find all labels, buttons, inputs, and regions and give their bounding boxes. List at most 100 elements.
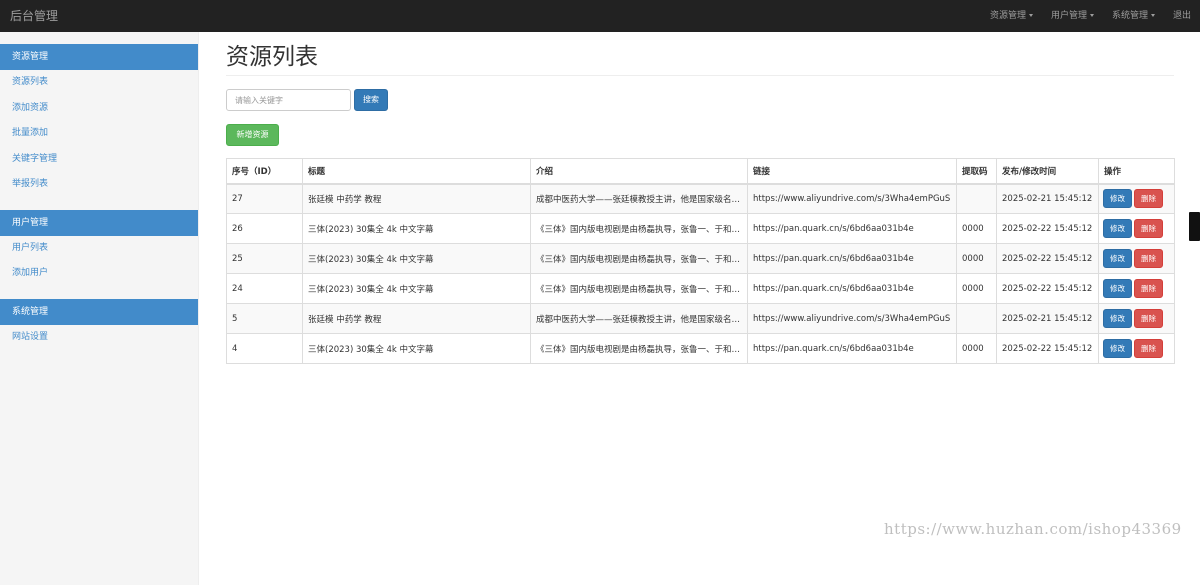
cell-intro: 《三体》国内版电视剧是由杨磊执导，张鲁一、于和伟主演 bbox=[530, 243, 748, 274]
cell-id: 4 bbox=[226, 333, 303, 364]
search-form: 搜索 bbox=[226, 89, 388, 111]
search-button[interactable]: 搜索 bbox=[354, 89, 388, 111]
top-navbar: 后台管理 资源管理 用户管理 系统管理 退出 bbox=[0, 0, 1200, 32]
cell-title: 三体(2023) 30集全 4k 中文字幕 bbox=[302, 333, 531, 364]
delete-button[interactable]: 删除 bbox=[1134, 279, 1163, 298]
cell-id: 24 bbox=[226, 273, 303, 304]
delete-button[interactable]: 删除 bbox=[1134, 219, 1163, 238]
table-header-row: 序号（ID） 标题 介绍 链接 提取码 发布/修改时间 操作 bbox=[226, 158, 1175, 185]
cell-code: 0000 bbox=[956, 213, 997, 244]
edit-button[interactable]: 修改 bbox=[1103, 219, 1132, 238]
cell-title: 三体(2023) 30集全 4k 中文字幕 bbox=[302, 243, 531, 274]
sidebar: 资源管理 资源列表 添加资源 批量添加 关键字管理 举报列表 用户管理 用户列表… bbox=[0, 32, 199, 585]
cell-time: 2025-02-21 15:45:12 bbox=[996, 183, 1099, 214]
cell-code: 0000 bbox=[956, 333, 997, 364]
table-body: 27 张廷模 中药学 教程 成都中医药大学——张廷模教授主讲，他是国家级名老中医 ht… bbox=[226, 183, 1175, 364]
col-header-actions: 操作 bbox=[1098, 158, 1175, 185]
sidebar-item-batch-add[interactable]: 批量添加 bbox=[0, 121, 198, 147]
sidebar-item-keywords[interactable]: 关键字管理 bbox=[0, 147, 198, 173]
edit-button[interactable]: 修改 bbox=[1103, 249, 1132, 268]
cell-actions: 修改 删除 bbox=[1098, 333, 1175, 364]
sidebar-group-system: 系统管理 网站设置 bbox=[0, 298, 198, 351]
sidebar-heading-system: 系统管理 bbox=[0, 298, 198, 325]
nav-system-label: 系统管理 bbox=[1111, 11, 1148, 21]
cell-code bbox=[956, 303, 997, 334]
sidebar-item-site-settings[interactable]: 网站设置 bbox=[0, 325, 198, 351]
table-row: 26 三体(2023) 30集全 4k 中文字幕 《三体》国内版电视剧是由杨磊执导，… bbox=[226, 213, 1175, 244]
cell-actions: 修改 删除 bbox=[1098, 213, 1175, 244]
col-header-intro: 介绍 bbox=[530, 158, 748, 185]
cell-time: 2025-02-22 15:45:12 bbox=[996, 273, 1099, 304]
col-header-id: 序号（ID） bbox=[226, 158, 303, 185]
sidebar-item-user-list[interactable]: 用户列表 bbox=[0, 236, 198, 262]
table-row: 5 张廷模 中药学 教程 成都中医药大学——张廷模教授主讲，他是国家级名老中医 htt… bbox=[226, 303, 1175, 334]
sidebar-group-resource: 资源管理 资源列表 添加资源 批量添加 关键字管理 举报列表 bbox=[0, 44, 198, 198]
cell-link[interactable]: https://pan.quark.cn/s/6bd6aa031b4e bbox=[747, 333, 957, 364]
cell-time: 2025-02-21 15:45:12 bbox=[996, 303, 1099, 334]
table-row: 4 三体(2023) 30集全 4k 中文字幕 《三体》国内版电视剧是由杨磊执导，张… bbox=[226, 333, 1175, 364]
cell-code bbox=[956, 183, 997, 214]
resource-table: 序号（ID） 标题 介绍 链接 提取码 发布/修改时间 操作 27 张廷模 中药学… bbox=[226, 158, 1175, 364]
search-input[interactable] bbox=[226, 89, 351, 111]
sidebar-item-resource-list[interactable]: 资源列表 bbox=[0, 70, 198, 96]
edit-button[interactable]: 修改 bbox=[1103, 339, 1132, 358]
nav-user-label: 用户管理 bbox=[1050, 11, 1087, 21]
edit-button[interactable]: 修改 bbox=[1103, 279, 1132, 298]
cell-intro: 《三体》国内版电视剧是由杨磊执导，张鲁一、于和伟主演 bbox=[530, 273, 748, 304]
sidebar-item-add-user[interactable]: 添加用户 bbox=[0, 261, 198, 287]
cell-code: 0000 bbox=[956, 243, 997, 274]
caret-down-icon bbox=[1028, 14, 1033, 17]
cell-actions: 修改 删除 bbox=[1098, 303, 1175, 334]
watermark-text: https://www.huzhan.com/ishop43369 bbox=[884, 520, 1182, 538]
cell-link[interactable]: https://www.aliyundrive.com/s/3Wha4emPGu… bbox=[747, 183, 957, 214]
cell-title: 张廷模 中药学 教程 bbox=[302, 303, 531, 334]
cell-link[interactable]: https://pan.quark.cn/s/6bd6aa031b4e bbox=[747, 273, 957, 304]
col-header-time: 发布/修改时间 bbox=[996, 158, 1099, 185]
sidebar-item-reports[interactable]: 举报列表 bbox=[0, 172, 198, 198]
delete-button[interactable]: 删除 bbox=[1134, 339, 1163, 358]
navbar-menu: 资源管理 用户管理 系统管理 退出 bbox=[981, 0, 1200, 32]
sidebar-heading-resource: 资源管理 bbox=[0, 44, 198, 70]
table-row: 24 三体(2023) 30集全 4k 中文字幕 《三体》国内版电视剧是由杨磊执导，… bbox=[226, 273, 1175, 304]
sidebar-group-user: 用户管理 用户列表 添加用户 bbox=[0, 209, 198, 287]
sidebar-item-add-resource[interactable]: 添加资源 bbox=[0, 96, 198, 122]
nav-system-dropdown[interactable]: 系统管理 bbox=[1103, 0, 1164, 32]
edit-button[interactable]: 修改 bbox=[1103, 189, 1132, 209]
cell-intro: 成都中医药大学——张廷模教授主讲，他是国家级名老中医 bbox=[530, 183, 748, 214]
nav-resource-label: 资源管理 bbox=[989, 11, 1026, 21]
cell-time: 2025-02-22 15:45:12 bbox=[996, 243, 1099, 274]
cell-code: 0000 bbox=[956, 273, 997, 304]
resource-table-wrapper: 序号（ID） 标题 介绍 链接 提取码 发布/修改时间 操作 27 张廷模 中药学… bbox=[226, 158, 1175, 364]
table-row: 25 三体(2023) 30集全 4k 中文字幕 《三体》国内版电视剧是由杨磊执导，… bbox=[226, 243, 1175, 274]
delete-button[interactable]: 删除 bbox=[1134, 249, 1163, 268]
nav-resource-dropdown[interactable]: 资源管理 bbox=[981, 0, 1042, 32]
delete-button[interactable]: 删除 bbox=[1134, 309, 1163, 328]
cell-time: 2025-02-22 15:45:12 bbox=[996, 333, 1099, 364]
cell-actions: 修改 删除 bbox=[1098, 243, 1175, 274]
cell-time: 2025-02-22 15:45:12 bbox=[996, 213, 1099, 244]
caret-down-icon bbox=[1089, 14, 1094, 17]
cell-id: 26 bbox=[226, 213, 303, 244]
logout-link[interactable]: 退出 bbox=[1164, 0, 1200, 32]
cell-link[interactable]: https://www.aliyundrive.com/s/3Wha4emPGu… bbox=[747, 303, 957, 334]
cell-title: 三体(2023) 30集全 4k 中文字幕 bbox=[302, 273, 531, 304]
cell-intro: 成都中医药大学——张廷模教授主讲，他是国家级名老中医 bbox=[530, 303, 748, 334]
cell-id: 27 bbox=[226, 183, 303, 214]
brand-title[interactable]: 后台管理 bbox=[10, 0, 58, 32]
edit-button[interactable]: 修改 bbox=[1103, 309, 1132, 328]
cell-link[interactable]: https://pan.quark.cn/s/6bd6aa031b4e bbox=[747, 213, 957, 244]
main-content: 资源列表 搜索 新增资源 序号（ID） 标题 介绍 链接 提取码 发布/修改时间… bbox=[226, 32, 1175, 364]
floating-side-tab[interactable] bbox=[1189, 212, 1200, 241]
cell-actions: 修改 删除 bbox=[1098, 273, 1175, 304]
cell-title: 三体(2023) 30集全 4k 中文字幕 bbox=[302, 213, 531, 244]
sidebar-heading-user: 用户管理 bbox=[0, 209, 198, 236]
cell-link[interactable]: https://pan.quark.cn/s/6bd6aa031b4e bbox=[747, 243, 957, 274]
col-header-title: 标题 bbox=[302, 158, 531, 185]
nav-user-dropdown[interactable]: 用户管理 bbox=[1042, 0, 1103, 32]
delete-button[interactable]: 删除 bbox=[1134, 189, 1163, 209]
cell-actions: 修改 删除 bbox=[1098, 183, 1175, 214]
cell-id: 5 bbox=[226, 303, 303, 334]
add-resource-button[interactable]: 新增资源 bbox=[226, 124, 279, 146]
col-header-code: 提取码 bbox=[956, 158, 997, 185]
cell-title: 张廷模 中药学 教程 bbox=[302, 183, 531, 214]
